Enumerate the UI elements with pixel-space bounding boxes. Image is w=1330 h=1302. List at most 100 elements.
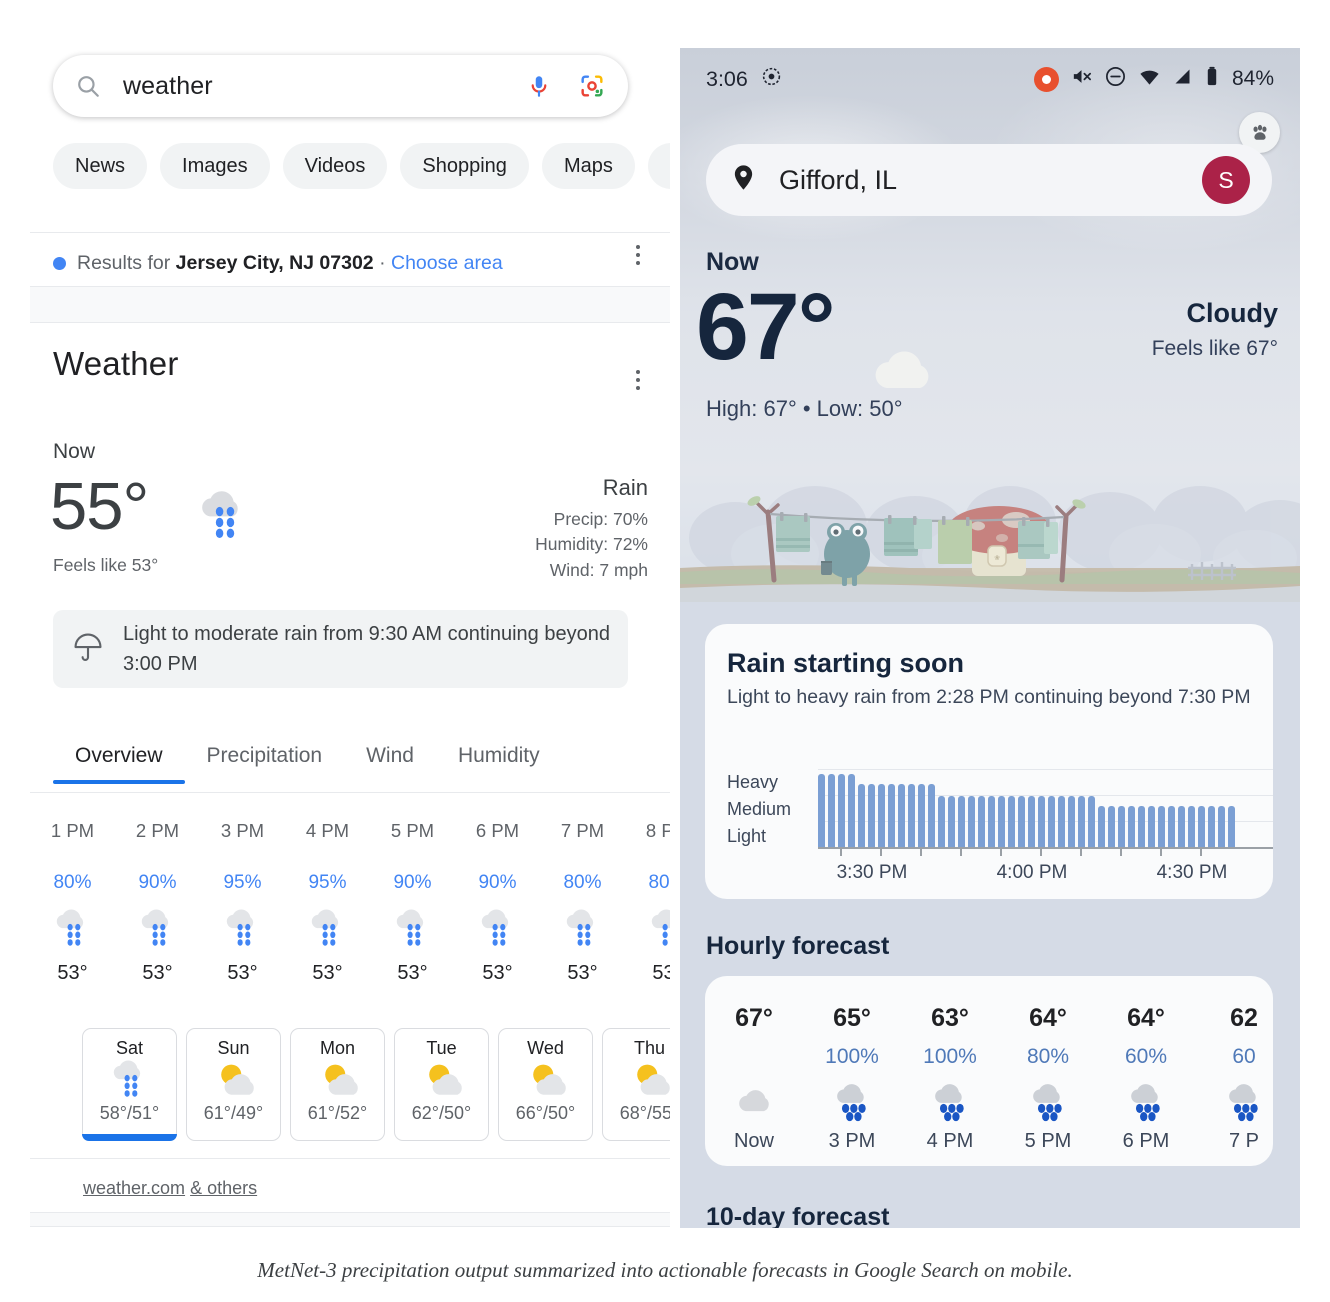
hourly-label: 5 PM [1024, 1130, 1072, 1152]
daily-temps: 62°/50° [411, 1103, 472, 1123]
tab-wind[interactable]: Wind [344, 730, 436, 784]
mute-icon [1070, 65, 1093, 94]
hourly-column[interactable]: 7 PM 80% 53° [540, 820, 625, 985]
rain-cloud-icon [999, 1078, 1097, 1126]
chip-books-truncated[interactable]: B [647, 143, 670, 189]
current-now-label: Now [706, 248, 759, 276]
rain-starting-soon-card[interactable]: Rain starting soon Light to heavy rain f… [705, 624, 1273, 899]
hourly-label: 3 PM [828, 1130, 876, 1152]
hourly-precip: 95% [223, 872, 262, 893]
rain-cloud-icon [370, 902, 455, 958]
avatar[interactable]: S [1202, 156, 1250, 204]
daily-forecast-card[interactable]: Mon 61°/52° [290, 1028, 385, 1141]
hourly-precip: 60 [1232, 1045, 1256, 1068]
hourly-forecast-column[interactable]: 65° 100% 3 PM [803, 1004, 901, 1166]
hourly-temp: 53° [567, 962, 598, 984]
divider [30, 232, 670, 233]
precip-chart-tick [880, 849, 882, 856]
google-lens-icon[interactable] [578, 72, 606, 100]
hourly-column[interactable]: 8 PM 80% 53° [625, 820, 670, 985]
precip-bar [1038, 795, 1045, 847]
results-for-location: Jersey City, NJ 07302 [175, 251, 374, 274]
sun-cloud-icon [420, 1059, 464, 1103]
chip-images[interactable]: Images [160, 143, 270, 189]
precip-chart-tick [1200, 849, 1202, 856]
daily-forecast-card[interactable]: Tue 62°/50° [394, 1028, 489, 1141]
hourly-temp: 53° [227, 962, 258, 984]
precip-bar [968, 795, 975, 847]
precip-bar [1188, 805, 1195, 847]
hourly-column[interactable]: 4 PM 95% 53° [285, 820, 370, 985]
daily-forecast-card[interactable]: Thu 68°/55° [602, 1028, 670, 1141]
search-input[interactable]: weather [123, 72, 526, 101]
hourly-forecast-card[interactable]: 67° Now 65° 100% 3 PM 63° 100% 4 PM 64° 80% 5 PM 64… [705, 976, 1273, 1166]
precip-bar [1178, 805, 1185, 847]
choose-area-link[interactable]: Choose area [391, 252, 503, 275]
rain-cloud-icon [1097, 1078, 1195, 1126]
search-bar[interactable]: weather [53, 55, 628, 117]
daily-forecast-card[interactable]: Sun 61°/49° [186, 1028, 281, 1141]
hourly-column[interactable]: 6 PM 90% 53° [455, 820, 540, 985]
source-weather-com[interactable]: weather.com [83, 1178, 185, 1198]
hourly-forecast-column[interactable]: 67° Now [705, 1004, 803, 1166]
hourly-forecast-column[interactable]: 64° 80% 5 PM [999, 1004, 1097, 1166]
hourly-column[interactable]: 1 PM 80% 53° [30, 820, 115, 985]
rain-cloud-icon [803, 1078, 901, 1126]
hourly-temp: 53° [482, 962, 513, 984]
precip-bar [878, 783, 885, 847]
tab-humidity[interactable]: Humidity [436, 730, 562, 784]
weather-conditions-block: Rain Precip: 70% Humidity: 72% Wind: 7 m… [535, 475, 648, 583]
hourly-forecast-column[interactable]: 64° 60% 6 PM [1097, 1004, 1195, 1166]
daily-forecast-strip[interactable]: Sat 58°/51° Sun 61°/49° Mon 61°/52° Tue 62°/50°… [82, 1028, 670, 1141]
rain-cloud-icon [540, 902, 625, 958]
chip-news[interactable]: News [53, 143, 148, 189]
hourly-precip: 90% [478, 872, 517, 893]
hourly-column[interactable]: 5 PM 90% 53° [370, 820, 455, 985]
hourly-column[interactable]: 2 PM 90% 53° [115, 820, 200, 985]
location-search-bar[interactable]: Gifford, IL S [706, 144, 1272, 216]
search-icon [75, 73, 101, 99]
cloud-icon [705, 1078, 803, 1126]
rain-alert-text: Light to moderate rain from 9:30 AM cont… [123, 623, 610, 675]
precip-chart-x-label: 3:30 PM [836, 862, 908, 883]
divider [30, 286, 670, 287]
hourly-column[interactable]: 3 PM 95% 53° [200, 820, 285, 985]
hourly-forecast-column[interactable]: 63° 100% 4 PM [901, 1004, 999, 1166]
microphone-icon[interactable] [526, 73, 552, 99]
sun-cloud-icon [212, 1059, 256, 1103]
chip-shopping[interactable]: Shopping [400, 143, 529, 189]
precip-chart-ticks [818, 849, 1273, 859]
section-gap [30, 1212, 670, 1226]
hourly-time: 7 PM [560, 820, 605, 841]
rain-cloud-icon [193, 485, 251, 548]
precip-bar [1168, 805, 1175, 847]
source-others[interactable]: & others [190, 1178, 257, 1198]
weather-condition: Rain [602, 475, 648, 500]
hourly-temp: 53° [57, 962, 88, 984]
daily-forecast-card[interactable]: Sat 58°/51° [82, 1028, 177, 1141]
hourly-forecast-title: Hourly forecast [706, 932, 890, 960]
rain-cloud-icon [901, 1078, 999, 1126]
tab-precipitation[interactable]: Precipitation [185, 730, 345, 784]
android-status-bar: 3:06 84% [680, 48, 1300, 110]
weather-overflow-menu-icon[interactable] [626, 370, 650, 390]
divider [30, 1226, 670, 1227]
weather-source-link[interactable]: weather.com & others [83, 1178, 257, 1199]
current-feels-like: Feels like 67° [1151, 337, 1278, 360]
location-name[interactable]: Gifford, IL [779, 165, 1202, 196]
daily-temps: 68°/55° [619, 1103, 670, 1123]
chip-videos[interactable]: Videos [282, 143, 388, 189]
hourly-forecast-column[interactable]: 62 60 7 P [1195, 1004, 1293, 1166]
tab-overview[interactable]: Overview [53, 730, 185, 784]
hourly-temp: 53° [652, 962, 670, 984]
hourly-temp: 67° [735, 1004, 773, 1032]
results-overflow-menu-icon[interactable] [626, 245, 650, 265]
hourly-forecast-strip[interactable]: 1 PM 80% 53° 2 PM 90% 53° 3 PM 95% 53° 4 PM 95% 53°… [30, 820, 670, 985]
precip-bar [918, 783, 925, 847]
divider [30, 1158, 670, 1159]
daily-forecast-card[interactable]: Wed 66°/50° [498, 1028, 593, 1141]
rain-cloud-icon [30, 902, 115, 958]
hourly-time: 6 PM [475, 820, 520, 841]
divider [30, 1212, 670, 1213]
chip-maps[interactable]: Maps [541, 143, 635, 189]
